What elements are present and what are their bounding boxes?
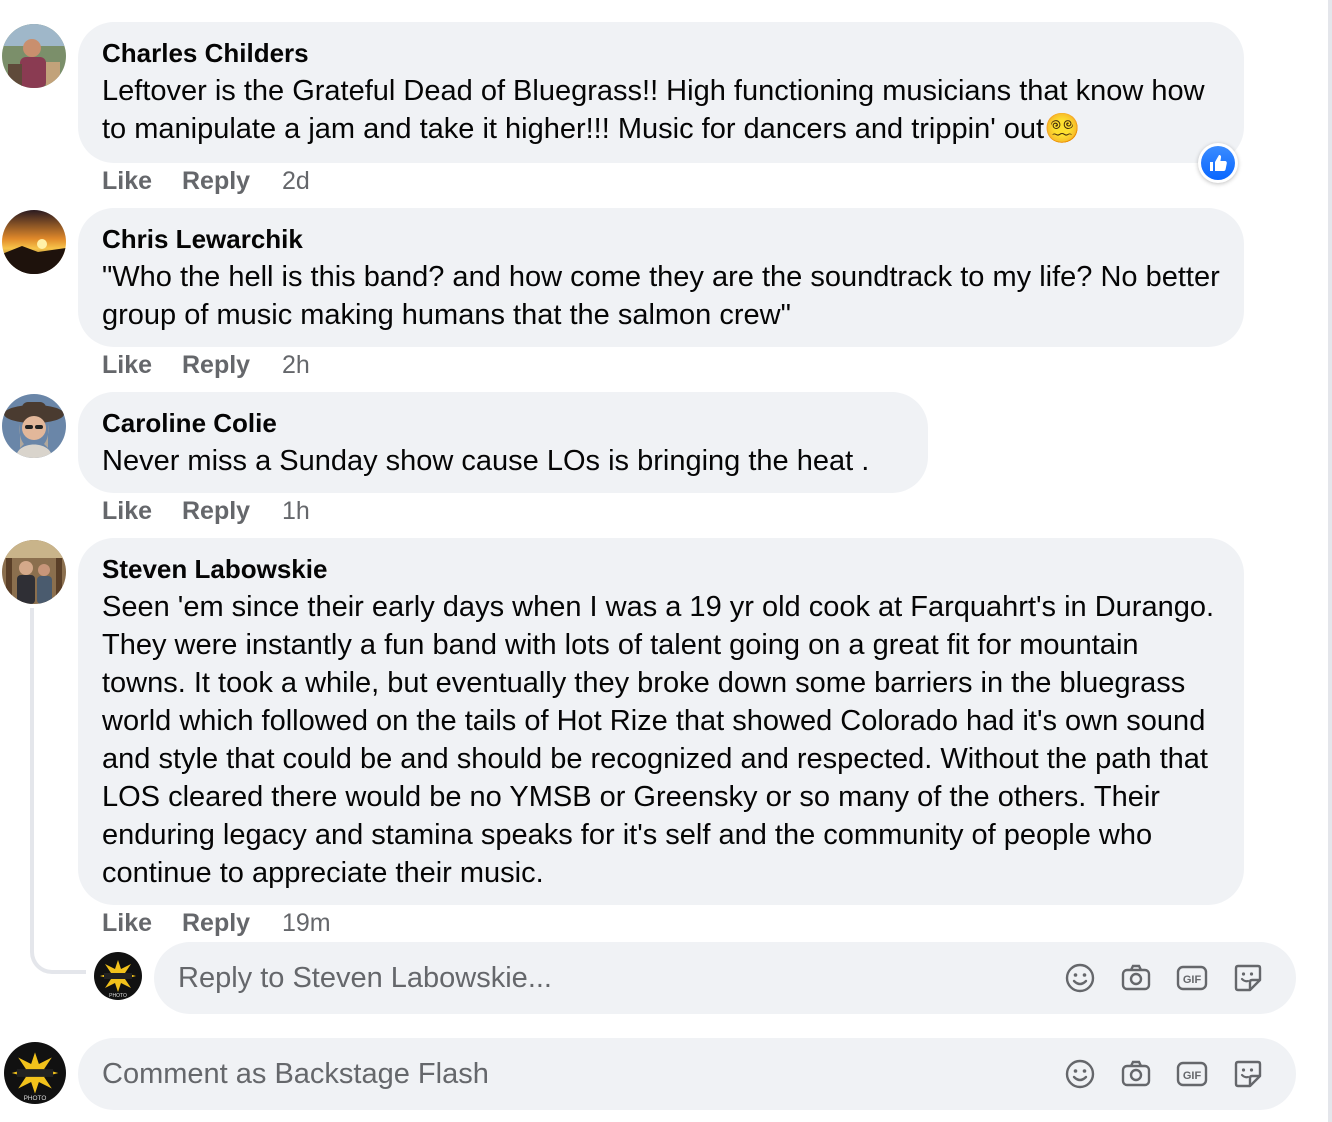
comment-timestamp[interactable]: 2h bbox=[282, 351, 310, 380]
reply-button[interactable]: Reply bbox=[182, 167, 282, 196]
avatar-badge-text: PHOTO bbox=[109, 993, 127, 999]
reply-input[interactable] bbox=[178, 942, 1064, 1014]
dizzy-emoji-icon: 😵‍💫 bbox=[1044, 113, 1081, 145]
like-reaction-badge[interactable] bbox=[1198, 143, 1238, 183]
like-button[interactable]: Like bbox=[102, 909, 182, 938]
thumbs-up-icon bbox=[1201, 146, 1235, 180]
reply-button[interactable]: Reply bbox=[182, 351, 282, 380]
comment-author[interactable]: Caroline Colie bbox=[102, 408, 904, 438]
comment-body: "Who the hell is this band? and how come… bbox=[102, 261, 1220, 331]
comment-bubble-steven-labowskie: Steven Labowskie Seen 'em since their ea… bbox=[78, 538, 1244, 905]
comment-author[interactable]: Steven Labowskie bbox=[102, 554, 1220, 584]
scrollbar-edge bbox=[1328, 0, 1332, 1122]
comment-bubble-caroline-colie: Caroline Colie Never miss a Sunday show … bbox=[78, 392, 928, 493]
avatar-badge-text: PHOTO bbox=[24, 1095, 47, 1102]
emoji-icon[interactable] bbox=[1064, 962, 1096, 994]
comment-timestamp[interactable]: 2d bbox=[282, 167, 310, 196]
reply-button[interactable]: Reply bbox=[182, 497, 282, 526]
comment-body: Never miss a Sunday show cause LOs is br… bbox=[102, 445, 870, 477]
avatar-backstage-flash[interactable]: PHOTO bbox=[4, 1042, 66, 1104]
comment-timestamp[interactable]: 19m bbox=[282, 909, 331, 938]
comment-text: Leftover is the Grateful Dead of Bluegra… bbox=[102, 72, 1220, 148]
camera-icon[interactable] bbox=[1120, 1058, 1152, 1090]
like-button[interactable]: Like bbox=[102, 351, 182, 380]
avatar-caroline-colie[interactable] bbox=[2, 394, 66, 458]
comment-input[interactable] bbox=[102, 1038, 1064, 1110]
gif-label: GIF bbox=[1183, 974, 1202, 986]
reply-button[interactable]: Reply bbox=[182, 909, 282, 938]
avatar-backstage-flash-small[interactable]: PHOTO bbox=[94, 952, 142, 1000]
comment-author[interactable]: Charles Childers bbox=[102, 38, 1220, 68]
comment-tools: GIF bbox=[1064, 1058, 1296, 1090]
reply-input-container: GIF bbox=[154, 942, 1296, 1014]
comment-bubble-chris-lewarchik: Chris Lewarchik "Who the hell is this ba… bbox=[78, 208, 1244, 347]
comment-actions: Like Reply 2h bbox=[102, 348, 310, 382]
sticker-icon[interactable] bbox=[1232, 1058, 1264, 1090]
sticker-icon[interactable] bbox=[1232, 962, 1264, 994]
comment-actions: Like Reply 19m bbox=[102, 906, 331, 940]
gif-icon[interactable]: GIF bbox=[1176, 1058, 1208, 1090]
like-button[interactable]: Like bbox=[102, 167, 182, 196]
gif-label: GIF bbox=[1183, 1070, 1202, 1082]
comment-bubble-charles-childers: Charles Childers Leftover is the Gratefu… bbox=[78, 22, 1244, 163]
comment-actions: Like Reply 1h bbox=[102, 494, 310, 528]
like-button[interactable]: Like bbox=[102, 497, 182, 526]
comment-author[interactable]: Chris Lewarchik bbox=[102, 224, 1220, 254]
comment-actions: Like Reply 2d bbox=[102, 164, 310, 198]
reply-tools: GIF bbox=[1064, 962, 1296, 994]
emoji-icon[interactable] bbox=[1064, 1058, 1096, 1090]
comment-input-container: GIF bbox=[78, 1038, 1296, 1110]
comment-timestamp[interactable]: 1h bbox=[282, 497, 310, 526]
avatar-steven-labowskie[interactable] bbox=[2, 540, 66, 604]
avatar-charles-childers[interactable] bbox=[2, 24, 66, 88]
camera-icon[interactable] bbox=[1120, 962, 1152, 994]
comment-body: Leftover is the Grateful Dead of Bluegra… bbox=[102, 75, 1205, 145]
comment-body: Seen 'em since their early days when I w… bbox=[102, 591, 1215, 889]
avatar-chris-lewarchik[interactable] bbox=[2, 210, 66, 274]
gif-icon[interactable]: GIF bbox=[1176, 962, 1208, 994]
